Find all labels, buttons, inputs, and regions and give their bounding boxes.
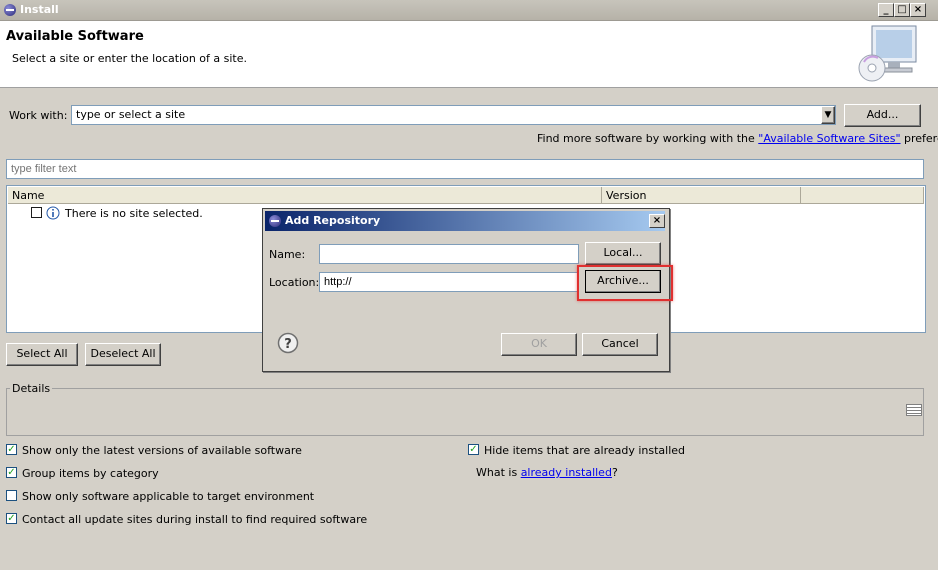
archive-button[interactable]: Archive... bbox=[585, 270, 661, 293]
work-with-label: Work with: bbox=[9, 109, 68, 122]
find-more-prefix: Find more software by working with the bbox=[537, 132, 759, 145]
name-label: Name: bbox=[269, 248, 306, 261]
ok-button[interactable]: OK bbox=[501, 333, 577, 356]
wizard-header: Available Software Select a site or ente… bbox=[0, 21, 938, 88]
location-label: Location: bbox=[269, 276, 320, 289]
name-field[interactable] bbox=[319, 244, 579, 264]
install-monitor-icon bbox=[858, 25, 917, 82]
contact-sites-checkbox[interactable]: ✓ bbox=[6, 513, 17, 524]
maximize-button[interactable]: □ bbox=[894, 3, 910, 17]
hide-installed-label: Hide items that are already installed bbox=[484, 444, 686, 457]
what-is-prefix: What is bbox=[476, 466, 521, 479]
window-titlebar: Install _ □ × bbox=[0, 0, 938, 21]
find-more-text: Find more software by working with the "… bbox=[537, 132, 938, 145]
find-more-suffix: preferences. bbox=[904, 132, 938, 145]
dialog-titlebar: Add Repository × bbox=[265, 211, 665, 231]
details-label: Details bbox=[10, 382, 53, 395]
row-text: There is no site selected. bbox=[65, 207, 203, 220]
already-installed-link[interactable]: already installed bbox=[521, 466, 612, 479]
dialog-eclipse-icon bbox=[269, 215, 281, 227]
info-icon bbox=[46, 206, 60, 220]
column-extra[interactable] bbox=[801, 187, 924, 204]
column-version[interactable]: Version bbox=[602, 187, 801, 204]
window-title: Install bbox=[20, 3, 59, 16]
chevron-down-icon[interactable]: ▼ bbox=[821, 106, 835, 124]
hide-installed-checkbox[interactable]: ✓ bbox=[468, 444, 479, 455]
help-icon[interactable]: ? bbox=[277, 332, 299, 354]
available-software-sites-link[interactable]: "Available Software Sites" bbox=[758, 132, 900, 145]
svg-text:?: ? bbox=[284, 337, 292, 352]
eclipse-icon bbox=[4, 4, 16, 16]
dialog-title: Add Repository bbox=[285, 214, 381, 227]
latest-versions-label: Show only the latest versions of availab… bbox=[22, 444, 302, 457]
group-by-category-label: Group items by category bbox=[22, 467, 159, 480]
cancel-button[interactable]: Cancel bbox=[582, 333, 658, 356]
work-with-combo[interactable]: type or select a site bbox=[71, 105, 836, 125]
work-with-value: type or select a site bbox=[76, 108, 186, 121]
latest-versions-checkbox[interactable]: ✓ bbox=[6, 444, 17, 455]
applicable-target-label: Show only software applicable to target … bbox=[22, 490, 315, 503]
close-button[interactable]: × bbox=[910, 3, 926, 17]
column-name[interactable]: Name bbox=[8, 187, 602, 204]
select-all-button[interactable]: Select All bbox=[6, 343, 78, 366]
location-field[interactable] bbox=[319, 272, 579, 292]
details-group bbox=[6, 388, 924, 436]
minimize-button[interactable]: _ bbox=[878, 3, 894, 17]
page-subtitle: Select a site or enter the location of a… bbox=[12, 52, 248, 65]
add-repository-dialog: Add Repository × Name: Local... Location… bbox=[262, 208, 673, 372]
what-is-installed: What is already installed? bbox=[476, 466, 618, 479]
row-checkbox[interactable] bbox=[31, 207, 42, 218]
group-by-category-checkbox[interactable]: ✓ bbox=[6, 467, 17, 478]
page-title: Available Software bbox=[6, 29, 144, 44]
what-is-suffix: ? bbox=[611, 466, 618, 479]
local-button[interactable]: Local... bbox=[585, 242, 661, 265]
filter-input[interactable] bbox=[6, 159, 924, 179]
add-site-button[interactable]: Add... bbox=[844, 104, 921, 127]
contact-sites-label: Contact all update sites during install … bbox=[22, 513, 368, 526]
details-resize-handle[interactable] bbox=[906, 404, 922, 416]
deselect-all-button[interactable]: Deselect All bbox=[85, 343, 161, 366]
dialog-close-button[interactable]: × bbox=[649, 214, 665, 228]
applicable-target-checkbox[interactable] bbox=[6, 490, 17, 501]
